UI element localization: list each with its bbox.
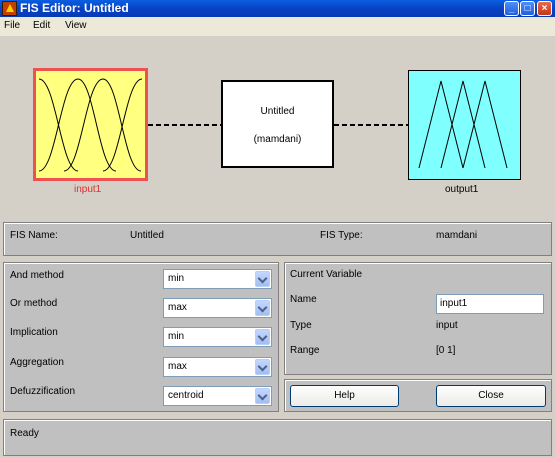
close-icon[interactable]: × (537, 1, 552, 16)
range-value: [0 1] (436, 345, 456, 356)
type-value: input (436, 320, 458, 331)
aggregation-value: max (168, 361, 187, 372)
chevron-down-icon[interactable] (255, 300, 270, 316)
close-button[interactable]: Close (436, 385, 546, 407)
defuzzification-label: Defuzzification (10, 386, 76, 397)
chevron-down-icon[interactable] (255, 359, 270, 375)
system-type: (mamdani) (253, 134, 302, 145)
chevron-down-icon[interactable] (255, 388, 270, 404)
fis-name-value: Untitled (130, 230, 164, 241)
input-membership-curves-icon (38, 78, 143, 172)
minimize-icon[interactable]: _ (504, 1, 519, 16)
methods-panel: And method min Or method max Implication… (3, 262, 279, 412)
or-method-dropdown[interactable]: max (163, 298, 272, 318)
type-label: Type (290, 320, 312, 331)
chevron-down-icon[interactable] (255, 329, 270, 345)
current-variable-title: Current Variable (290, 269, 363, 280)
output-membership-triangles-icon (418, 80, 508, 169)
fis-type-value: mamdani (436, 230, 478, 241)
name-label: Name (290, 294, 317, 305)
fis-info-panel: FIS Name: Untitled FIS Type: mamdani (3, 222, 552, 256)
and-method-value: min (168, 273, 185, 284)
maximize-icon[interactable]: □ (520, 1, 535, 16)
menu-edit[interactable]: Edit (33, 20, 50, 31)
aggregation-label: Aggregation (10, 357, 64, 368)
menu-file[interactable]: File (4, 20, 20, 31)
buttons-panel: Help Close (284, 379, 552, 412)
implication-dropdown[interactable]: min (163, 327, 272, 347)
input-variable-block[interactable] (33, 68, 148, 181)
and-method-label: And method (10, 270, 64, 281)
defuzzification-value: centroid (168, 390, 204, 401)
input-variable-label[interactable]: input1 (74, 184, 101, 195)
window-title: FIS Editor: Untitled (20, 1, 129, 15)
and-method-dropdown[interactable]: min (163, 269, 272, 289)
title-bar[interactable]: FIS Editor: Untitled _ □ × (0, 0, 555, 17)
range-label: Range (290, 345, 320, 356)
or-method-value: max (168, 302, 187, 313)
status-text: Ready (10, 428, 39, 439)
help-button[interactable]: Help (290, 385, 399, 407)
implication-value: min (168, 331, 185, 342)
output-variable-label[interactable]: output1 (445, 184, 478, 195)
menu-bar: File Edit View (0, 17, 555, 36)
chevron-down-icon[interactable] (255, 271, 270, 287)
fis-type-label: FIS Type: (320, 230, 363, 241)
matlab-icon (2, 1, 17, 16)
status-panel: Ready (3, 419, 552, 456)
defuzzification-dropdown[interactable]: centroid (163, 386, 272, 406)
or-method-label: Or method (10, 298, 58, 309)
system-name: Untitled (260, 106, 295, 117)
output-variable-block[interactable] (408, 70, 521, 180)
current-variable-panel: Current Variable Name input1 Type input … (284, 262, 552, 375)
aggregation-dropdown[interactable]: max (163, 357, 272, 377)
implication-label: Implication (10, 327, 58, 338)
fis-name-label: FIS Name: (10, 230, 58, 241)
fis-diagram: input1 Untitled (mamdani) output1 (0, 36, 555, 216)
menu-view[interactable]: View (65, 20, 87, 31)
fis-system-block[interactable]: Untitled (mamdani) (221, 80, 334, 168)
variable-name-input[interactable]: input1 (436, 294, 544, 314)
